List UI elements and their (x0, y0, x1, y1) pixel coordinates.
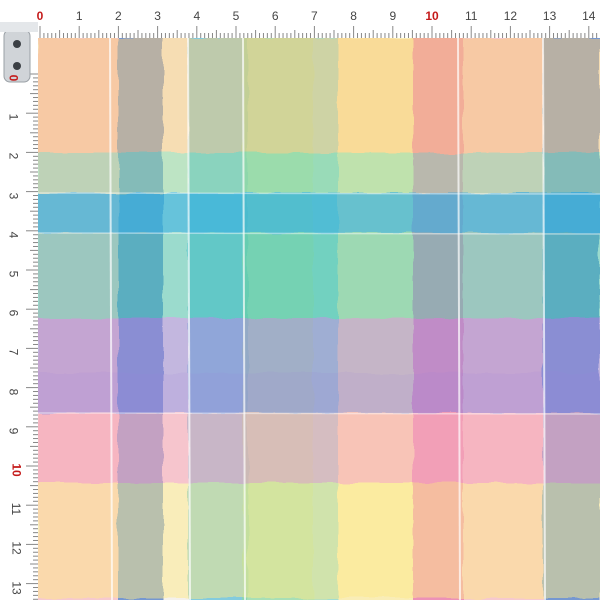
top-ruler-label: 2 (115, 9, 122, 23)
left-ruler-label: 0 (6, 74, 21, 82)
top-ruler-label: 5 (232, 9, 240, 23)
left-ruler-label: 10 (9, 463, 24, 477)
top-ruler-label: 4 (193, 9, 201, 23)
plaid-fabric-image (38, 38, 600, 600)
left-ruler-label: 5 (6, 270, 21, 278)
left-ruler-label: 8 (6, 388, 21, 395)
white-thread-line (38, 232, 600, 235)
top-ruler-label: 6 (271, 9, 279, 23)
horizontal-color-stripe (38, 483, 600, 598)
top-ruler-label: 11 (464, 9, 478, 23)
top-ruler-label: 0 (36, 9, 44, 23)
horizontal-color-stripe (38, 153, 600, 193)
horizontal-color-stripe (38, 233, 600, 318)
horizontal-color-stripe (38, 193, 600, 233)
left-ruler-label: 1 (6, 113, 21, 121)
top-ruler-label: 10 (425, 9, 439, 23)
top-ruler-label: 14 (582, 9, 596, 23)
horizontal-stripes (38, 38, 600, 598)
left-ruler-label: 7 (6, 349, 21, 356)
top-ruler-label: 3 (154, 9, 161, 23)
top-ruler-label: 9 (389, 9, 397, 23)
left-ruler-label: 6 (6, 309, 21, 317)
left-ruler-label: 11 (9, 502, 24, 516)
left-ruler-label: 4 (6, 231, 21, 239)
top-ruler-label: 1 (75, 9, 83, 23)
top-ruler-label: 13 (542, 9, 557, 23)
ruler-corner (0, 0, 38, 83)
left-ruler-label: 2 (6, 153, 21, 160)
left-ruler-label: 3 (6, 192, 21, 199)
top-ruler-label: 7 (311, 9, 318, 23)
left-ruler-label: 13 (9, 580, 24, 595)
horizontal-color-stripe (38, 38, 600, 153)
top-ruler-label: 8 (350, 9, 357, 23)
horizontal-color-stripe (38, 373, 600, 413)
white-thread-line (38, 412, 600, 415)
horizontal-color-stripe (38, 318, 600, 373)
left-ruler-label: 9 (6, 427, 21, 435)
horizontal-color-stripe (38, 413, 600, 483)
plaid-pattern (38, 38, 600, 600)
top-ruler-label: 12 (503, 9, 518, 23)
left-ruler-label: 12 (9, 541, 24, 556)
white-thread-line (38, 192, 600, 195)
